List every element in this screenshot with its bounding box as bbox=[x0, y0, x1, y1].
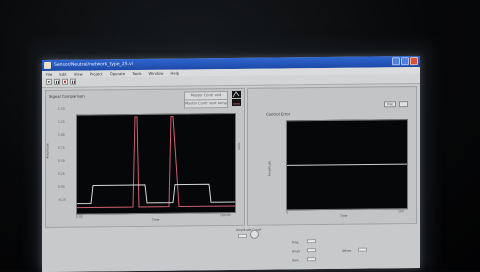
left-scroll-marker[interactable] bbox=[238, 142, 240, 150]
control-error-panel: Control Error Plot Amplitude 0 Time 100 bbox=[247, 86, 417, 226]
ampl-field[interactable] bbox=[307, 248, 316, 253]
left-y-axis-title: Amplitude bbox=[45, 143, 50, 159]
left-y-tick: 0.00 bbox=[58, 184, 65, 189]
red-signal-trace bbox=[77, 116, 235, 209]
pause-execution-icon[interactable] bbox=[70, 78, 76, 85]
abort-icon[interactable] bbox=[62, 78, 68, 85]
left-y-tick: 0.25 bbox=[58, 171, 65, 176]
right-x-end: 100 bbox=[398, 209, 404, 214]
right-x-start: 0 bbox=[286, 210, 288, 215]
left-y-tick: 1.25 bbox=[58, 119, 65, 124]
ampl-label: Ampl bbox=[292, 249, 300, 254]
cutoff-field[interactable] bbox=[238, 233, 247, 238]
legend-swatch-red bbox=[232, 98, 241, 106]
left-x-axis-title: Time bbox=[152, 217, 160, 222]
right-panel-title: Control Error bbox=[266, 111, 291, 117]
white-signal-trace bbox=[77, 183, 235, 205]
legend-entry-red[interactable]: Master Contr next temp bbox=[184, 98, 242, 109]
legend-label-red: Master Contr next temp bbox=[184, 99, 228, 109]
labview-window: Sensor/Neutral/network_type_25.vi File E… bbox=[42, 56, 420, 272]
left-y-tick: -0.25 bbox=[58, 197, 66, 202]
freq-label: Freq bbox=[292, 240, 299, 245]
controls-area: Amplitude Cutoff Freq Ampl Gain Offset bbox=[42, 224, 420, 272]
control-error-graph[interactable] bbox=[286, 119, 408, 211]
left-x-start: 0.00 bbox=[76, 214, 83, 219]
plot-legend: Master Contr and Samples Master Contr ne… bbox=[184, 90, 242, 109]
left-panel-title: Signal Comparison bbox=[49, 93, 85, 99]
gain-field[interactable] bbox=[307, 257, 316, 262]
right-x-axis-title: Time bbox=[340, 213, 348, 218]
right-y-axis-title: Amplitude bbox=[267, 160, 272, 177]
window-title: Sensor/Neutral/network_type_25.vi bbox=[54, 62, 133, 68]
freq-field[interactable] bbox=[307, 239, 316, 244]
plot-icon-button[interactable] bbox=[399, 101, 408, 108]
left-y-tick: 0.75 bbox=[58, 145, 65, 150]
left-y-tick: 0.50 bbox=[58, 158, 65, 163]
run-icon[interactable] bbox=[46, 78, 52, 85]
left-waveform-graph[interactable] bbox=[76, 112, 236, 215]
left-x-end: 100.00 bbox=[220, 213, 231, 218]
gain-label: Gain bbox=[292, 258, 299, 263]
plot-button[interactable]: Plot bbox=[384, 101, 396, 108]
minimize-button[interactable] bbox=[392, 57, 400, 66]
control-error-trace bbox=[287, 163, 407, 166]
left-y-tick: 1.50 bbox=[58, 106, 65, 111]
offset-label: Offset bbox=[342, 248, 352, 253]
maximize-button[interactable] bbox=[401, 57, 409, 66]
close-button[interactable] bbox=[410, 57, 418, 66]
legend-swatch-white bbox=[232, 90, 241, 98]
signal-comparison-panel: Signal Comparison Master Contr and Sampl… bbox=[45, 87, 245, 228]
left-y-tick: 1.00 bbox=[58, 132, 65, 137]
cutoff-knob[interactable] bbox=[250, 229, 259, 239]
pause-icon[interactable] bbox=[54, 78, 60, 85]
app-icon bbox=[44, 61, 51, 69]
offset-field[interactable] bbox=[358, 247, 367, 252]
